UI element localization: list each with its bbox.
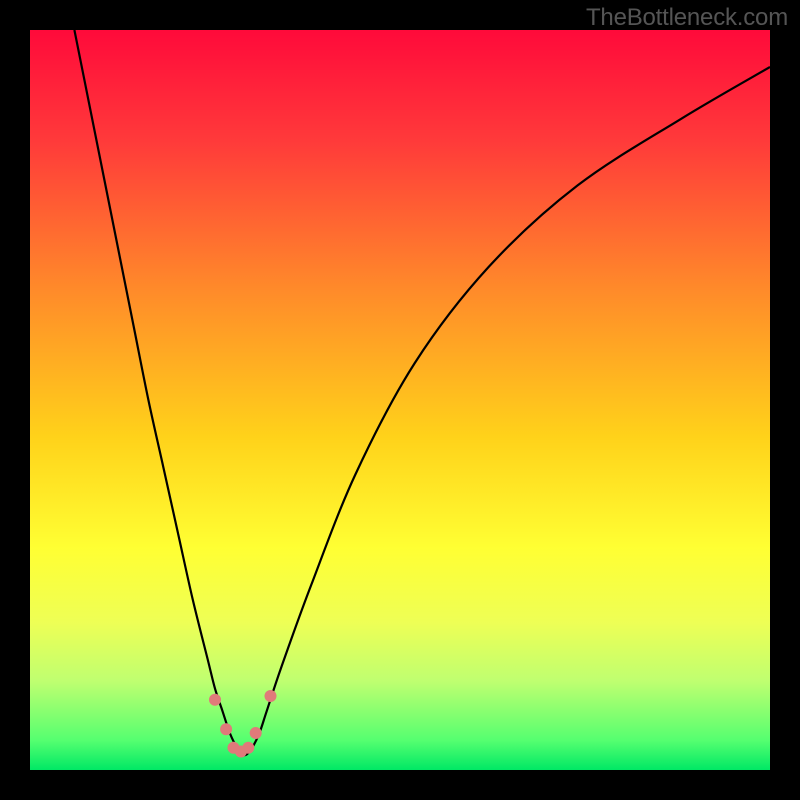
marker-point — [242, 742, 254, 754]
watermark-text: TheBottleneck.com — [586, 4, 788, 32]
marker-point — [250, 727, 262, 739]
chart-frame: TheBottleneck.com — [0, 0, 800, 800]
marker-point — [209, 694, 221, 706]
marker-point — [265, 690, 277, 702]
marker-point — [220, 723, 232, 735]
plot-area — [30, 30, 770, 770]
chart-svg — [30, 30, 770, 770]
gradient-background — [30, 30, 770, 770]
